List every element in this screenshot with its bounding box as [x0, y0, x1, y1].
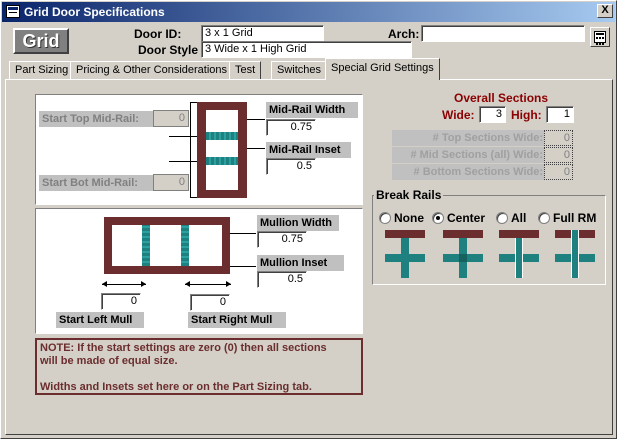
- bottom-sections-wide-input[interactable]: 0: [544, 164, 573, 180]
- note-line-2: will be made of equal size.: [40, 355, 178, 367]
- break-rails-none-radio[interactable]: [379, 212, 391, 224]
- note-box: NOTE: If the start settings are zero (0)…: [35, 338, 363, 395]
- right-mull-dimension-arrow: [185, 281, 231, 287]
- midrail-door-opening: [206, 110, 238, 190]
- top-sections-wide-label: # Top Sections Wide:: [392, 130, 546, 146]
- left-mull-dimension-arrow: [102, 281, 146, 287]
- tab-test[interactable]: Test: [229, 61, 262, 79]
- mullion-width-input[interactable]: 0.75: [257, 231, 307, 248]
- break-rails-all-radio[interactable]: [496, 212, 508, 224]
- start-right-mull-label: Start Right Mull: [188, 312, 286, 328]
- mullion-inset-pointer: [230, 266, 256, 267]
- center-top-rail-icon: [443, 230, 483, 238]
- door-id-field[interactable]: 3 x 1 Grid: [201, 25, 324, 42]
- break-rails-center-label[interactable]: Center: [447, 211, 485, 225]
- break-rails-title: Break Rails: [374, 188, 444, 202]
- tab-switches[interactable]: Switches: [271, 61, 328, 79]
- midrail-inset-input[interactable]: 0.5: [266, 158, 316, 175]
- wide-label: Wide:: [442, 108, 475, 122]
- break-rails-center-radio[interactable]: [432, 212, 444, 224]
- right-mullion-bar: [181, 225, 189, 266]
- all-top-rail-icon: [499, 230, 539, 238]
- form-icon: [6, 5, 20, 18]
- midrail-width-label: Mid-Rail Width: [266, 102, 358, 118]
- center-break-joint-icon: [459, 254, 467, 262]
- break-rails-none-label[interactable]: None: [394, 211, 424, 225]
- close-button[interactable]: X: [597, 4, 613, 18]
- title-bar[interactable]: Grid Door Specifications X: [2, 2, 615, 22]
- grid-door-specifications-window: Grid Door Specifications X Grid Door ID:…: [0, 0, 617, 439]
- break-rails-fullrm-label[interactable]: Full RM: [553, 211, 596, 225]
- door-id-label: Door ID:: [134, 27, 182, 41]
- start-bot-midrail-input[interactable]: 0: [153, 174, 189, 191]
- arch-label: Arch:: [388, 27, 420, 41]
- top-midrail-pointer: [169, 136, 197, 137]
- top-sections-wide-input[interactable]: 0: [544, 130, 573, 146]
- mid-sections-wide-label: # Mid Sections (all) Wide:: [392, 147, 546, 163]
- form-icon: [594, 31, 606, 45]
- mullion-door-opening: [112, 225, 222, 266]
- tab-part-sizing[interactable]: Part Sizing: [9, 61, 75, 79]
- midrail-inset-label: Mid-Rail Inset: [266, 142, 351, 158]
- form-view-button[interactable]: [590, 27, 610, 47]
- window-title: Grid Door Specifications: [24, 5, 165, 19]
- high-label: High:: [511, 108, 542, 122]
- dimension-tick: [190, 197, 197, 198]
- door-style-field[interactable]: 3 Wide x 1 High Grid: [201, 41, 412, 58]
- all-break-lines-icon: [515, 238, 523, 278]
- midrail-width-pointer: [247, 119, 265, 120]
- tab-special-grid-settings[interactable]: Special Grid Settings: [325, 58, 440, 80]
- overall-sections-title: Overall Sections: [454, 91, 549, 105]
- arch-field[interactable]: [421, 25, 585, 42]
- wide-input[interactable]: 3: [479, 106, 506, 123]
- bottom-midrail-bar: [206, 157, 238, 165]
- midrail-inset-pointer: [247, 148, 265, 149]
- note-line-3: Widths and Insets set here or on the Par…: [40, 381, 312, 393]
- note-line-1: NOTE: If the start settings are zero (0)…: [40, 342, 327, 354]
- bottom-midrail-pointer: [169, 161, 197, 162]
- top-midrail-bar: [206, 132, 238, 140]
- bottom-sections-wide-label: # Bottom Sections Wide:: [392, 164, 546, 180]
- none-top-rail-icon: [385, 230, 425, 238]
- start-right-mull-input[interactable]: 0: [190, 294, 230, 311]
- left-mullion-bar: [142, 225, 150, 266]
- mid-sections-wide-input[interactable]: 0: [544, 147, 573, 163]
- dimension-tick: [190, 102, 197, 103]
- mullion-inset-input[interactable]: 0.5: [257, 271, 307, 288]
- grid-logo: Grid: [13, 28, 69, 54]
- midrail-width-input[interactable]: 0.75: [266, 119, 316, 136]
- start-top-midrail-input[interactable]: 0: [153, 110, 189, 127]
- mullion-width-pointer: [230, 233, 256, 234]
- tab-pricing-other[interactable]: Pricing & Other Considerations: [70, 61, 234, 79]
- break-rails-all-label[interactable]: All: [511, 211, 526, 225]
- start-left-mull-input[interactable]: 0: [101, 293, 141, 310]
- midrail-dimension-line: [190, 102, 191, 198]
- door-style-label: Door Style: [138, 43, 199, 57]
- break-rails-fullrm-radio[interactable]: [538, 212, 550, 224]
- high-input[interactable]: 1: [546, 106, 574, 123]
- none-cross-rail-icon: [385, 254, 425, 262]
- start-left-mull-label: Start Left Mull: [56, 312, 144, 328]
- mullion-inset-label: Mullion Inset: [257, 255, 344, 271]
- fullrm-break-lines-icon: [571, 230, 579, 278]
- mullion-width-label: Mullion Width: [257, 215, 339, 231]
